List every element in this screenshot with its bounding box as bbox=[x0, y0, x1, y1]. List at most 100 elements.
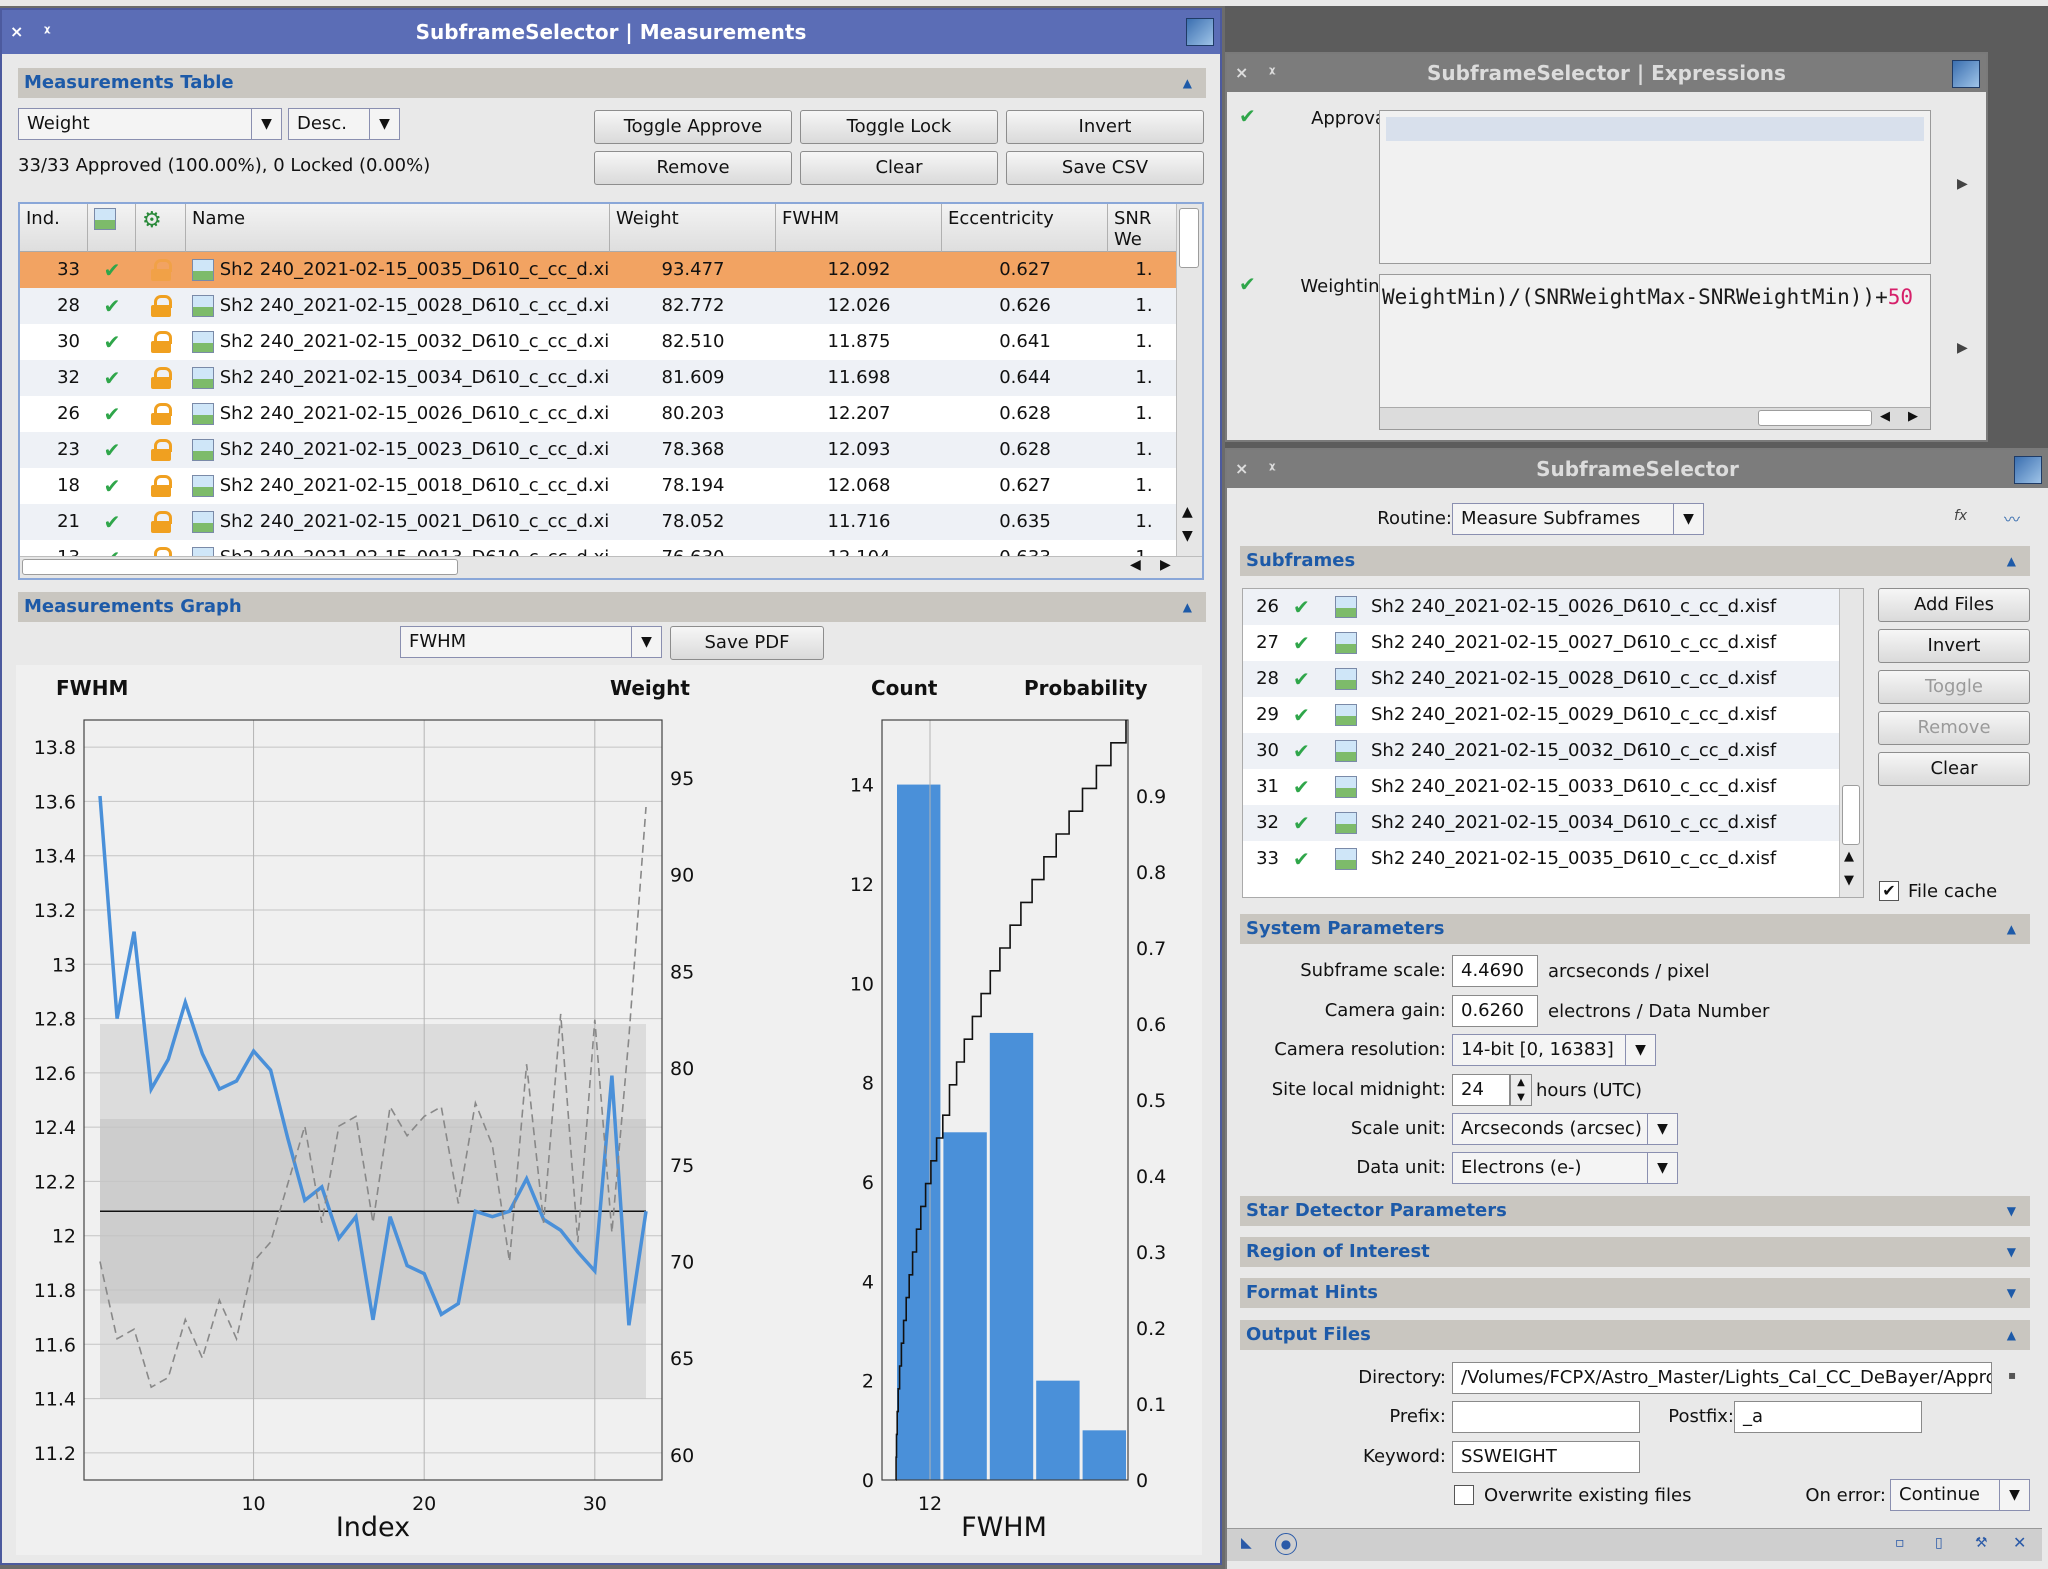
measurements-graph[interactable]: 11.2 11.4 11.6 11.8 12 12.2 12.4 12.6 12.8 13 13.2… bbox=[16, 665, 1202, 1555]
table-row[interactable]: 23 ✔ Sh2 240_2021-02-15_0023_D610_c_cc_d.… bbox=[20, 432, 1180, 468]
chevron-down-icon[interactable]: ▼ bbox=[1999, 1480, 2029, 1510]
lock-icon[interactable] bbox=[136, 432, 186, 468]
column-locked[interactable]: ⚙ bbox=[136, 204, 186, 252]
collapse-icon[interactable]: ▲ bbox=[1183, 68, 1192, 98]
weighting-check-icon[interactable]: ✔ bbox=[1239, 272, 1256, 296]
scale-unit-select[interactable]: Arcseconds (arcsec) ▼ bbox=[1452, 1113, 1678, 1145]
toggle-button[interactable]: Toggle bbox=[1878, 670, 2030, 704]
list-item[interactable]: 28 ✔ Sh2 240_2021-02-15_0028_D610_c_cc_d.x… bbox=[1243, 661, 1851, 697]
check-icon[interactable]: ✔ bbox=[1293, 625, 1310, 661]
routine-select[interactable]: Measure Subframes ▼ bbox=[1452, 503, 1704, 535]
chevron-down-icon[interactable]: ▼ bbox=[1647, 1114, 1677, 1144]
approved-check-icon[interactable]: ✔ bbox=[88, 324, 136, 360]
list-item[interactable]: 32 ✔ Sh2 240_2021-02-15_0034_D610_c_cc_d.x… bbox=[1243, 805, 1851, 841]
approved-check-icon[interactable]: ✔ bbox=[88, 432, 136, 468]
save-pdf-button[interactable]: Save PDF bbox=[670, 626, 824, 660]
expand-icon[interactable]: ▼ bbox=[2007, 1237, 2016, 1267]
table-row[interactable]: 33 ✔ Sh2 240_2021-02-15_0035_D610_c_cc_d.… bbox=[20, 252, 1180, 288]
lock-icon[interactable] bbox=[136, 468, 186, 504]
approved-check-icon[interactable]: ✔ bbox=[88, 360, 136, 396]
site-midnight-spinner[interactable]: ▲ ▼ bbox=[1510, 1074, 1532, 1106]
approved-check-icon[interactable]: ✔ bbox=[88, 504, 136, 540]
lock-icon[interactable] bbox=[136, 360, 186, 396]
system-parameters-section[interactable]: System Parameters ▲ bbox=[1240, 914, 2030, 944]
column-eccentricity[interactable]: Eccentricity bbox=[942, 204, 1108, 252]
collapse-icon[interactable]: ▲ bbox=[2007, 914, 2016, 944]
measurements-titlebar[interactable]: × ᵡ SubframeSelector | Measurements bbox=[2, 10, 1220, 54]
collapse-icon[interactable]: ▲ bbox=[2007, 1320, 2016, 1350]
window-icon[interactable] bbox=[2014, 456, 2042, 484]
graph-svg[interactable]: 11.2 11.4 11.6 11.8 12 12.2 12.4 12.6 12.8 13 13.2… bbox=[16, 665, 1202, 1555]
directory-input[interactable]: /Volumes/FCPX/Astro_Master/Lights_Cal_CC… bbox=[1452, 1362, 1992, 1394]
scroll-thumb[interactable] bbox=[1842, 785, 1860, 845]
subframe-scale-input[interactable]: 4.4690 bbox=[1452, 955, 1538, 987]
check-icon[interactable]: ✔ bbox=[1293, 769, 1310, 805]
table-horizontal-scrollbar[interactable]: ◀ ▶ bbox=[20, 556, 1202, 578]
scroll-up-icon[interactable]: ▲ bbox=[1182, 504, 1193, 520]
main-titlebar[interactable]: × ᵡ SubframeSelector bbox=[1227, 450, 2048, 488]
check-icon[interactable]: ✔ bbox=[1293, 733, 1310, 769]
table-row[interactable]: 18 ✔ Sh2 240_2021-02-15_0018_D610_c_cc_d.… bbox=[20, 468, 1180, 504]
list-item[interactable]: 33 ✔ Sh2 240_2021-02-15_0035_D610_c_cc_d.x… bbox=[1243, 841, 1851, 877]
overwrite-checkbox[interactable] bbox=[1454, 1485, 1474, 1505]
toggle-approve-button[interactable]: Toggle Approve bbox=[594, 110, 792, 144]
check-icon[interactable]: ✔ bbox=[1293, 697, 1310, 733]
check-icon[interactable]: ✔ bbox=[1293, 841, 1310, 877]
column-weight[interactable]: Weight bbox=[610, 204, 776, 252]
subframes-scrollbar[interactable]: ▲ ▼ bbox=[1839, 589, 1863, 897]
postfix-input[interactable]: _a bbox=[1734, 1401, 1922, 1433]
lock-icon[interactable] bbox=[136, 504, 186, 540]
measurements-table-section[interactable]: Measurements Table ▲ bbox=[18, 68, 1206, 98]
column-approved[interactable] bbox=[88, 204, 136, 252]
apply-global-icon[interactable]: ● bbox=[1275, 1533, 1297, 1555]
table-vertical-scrollbar[interactable]: ▲ ▼ bbox=[1176, 204, 1202, 578]
reset-icon[interactable]: ✕ bbox=[2013, 1533, 2026, 1552]
region-of-interest-section[interactable]: Region of Interest ▼ bbox=[1240, 1237, 2030, 1267]
star-detector-section[interactable]: Star Detector Parameters ▼ bbox=[1240, 1196, 2030, 1226]
list-item[interactable]: 27 ✔ Sh2 240_2021-02-15_0027_D610_c_cc_d.x… bbox=[1243, 625, 1851, 661]
arrow-right-icon[interactable]: ▶ bbox=[1957, 340, 1968, 356]
column-fwhm[interactable]: FWHM bbox=[776, 204, 942, 252]
check-icon[interactable]: ✔ bbox=[1293, 589, 1310, 625]
camera-resolution-select[interactable]: 14-bit [0, 16383] ▼ bbox=[1452, 1034, 1656, 1066]
check-icon[interactable]: ✔ bbox=[1293, 805, 1310, 841]
chevron-down-icon[interactable]: ▼ bbox=[1647, 1153, 1677, 1183]
scroll-left-icon[interactable]: ◀ bbox=[1130, 557, 1141, 573]
shade-icon[interactable]: ᵡ bbox=[44, 10, 51, 54]
subframes-invert-button[interactable]: Invert bbox=[1878, 629, 2030, 663]
measurements-table[interactable]: Ind. ⚙ Name Weight FWHM Eccentricity SNR… bbox=[18, 202, 1204, 580]
toggle-lock-button[interactable]: Toggle Lock bbox=[800, 110, 998, 144]
camera-gain-input[interactable]: 0.6260 bbox=[1452, 995, 1538, 1027]
subframes-clear-button[interactable]: Clear bbox=[1878, 752, 2030, 786]
scroll-right-icon[interactable]: ▶ bbox=[1908, 409, 1918, 424]
approved-check-icon[interactable]: ✔ bbox=[88, 396, 136, 432]
approval-check-icon[interactable]: ✔ bbox=[1239, 104, 1256, 128]
site-midnight-input[interactable]: 24 bbox=[1452, 1074, 1510, 1106]
column-name[interactable]: Name bbox=[186, 204, 610, 252]
shade-icon[interactable]: ᵡ bbox=[1269, 450, 1276, 488]
wrench-icon[interactable]: ⚒ bbox=[1975, 1535, 1988, 1551]
lock-icon[interactable] bbox=[136, 288, 186, 324]
lock-icon[interactable] bbox=[136, 252, 186, 288]
chevron-down-icon[interactable]: ▼ bbox=[251, 109, 281, 139]
approved-check-icon[interactable]: ✔ bbox=[88, 288, 136, 324]
table-row[interactable]: 26 ✔ Sh2 240_2021-02-15_0026_D610_c_cc_d.… bbox=[20, 396, 1180, 432]
scroll-up-icon[interactable]: ▲ bbox=[1844, 849, 1854, 864]
weighting-horizontal-scrollbar[interactable]: ◀ ▶ bbox=[1380, 407, 1930, 429]
scroll-thumb[interactable] bbox=[1758, 410, 1872, 426]
shade-icon[interactable]: ᵡ bbox=[1269, 54, 1276, 92]
scroll-down-icon[interactable]: ▼ bbox=[1182, 528, 1193, 544]
window-icon[interactable] bbox=[1186, 18, 1214, 46]
check-icon[interactable]: ✔ bbox=[1293, 661, 1310, 697]
approved-check-icon[interactable]: ✔ bbox=[88, 252, 136, 288]
list-item[interactable]: 30 ✔ Sh2 240_2021-02-15_0032_D610_c_cc_d.x… bbox=[1243, 733, 1851, 769]
graph-property-select[interactable]: FWHM ▼ bbox=[400, 626, 662, 658]
table-row[interactable]: 30 ✔ Sh2 240_2021-02-15_0032_D610_c_cc_d.… bbox=[20, 324, 1180, 360]
chevron-down-icon[interactable]: ▼ bbox=[631, 627, 661, 657]
subframes-list[interactable]: 26 ✔ Sh2 240_2021-02-15_0026_D610_c_cc_d.x… bbox=[1242, 588, 1864, 898]
on-error-select[interactable]: Continue ▼ bbox=[1890, 1479, 2030, 1511]
subframes-section[interactable]: Subframes ▲ bbox=[1240, 546, 2030, 576]
close-icon[interactable]: × bbox=[1235, 54, 1248, 92]
chevron-down-icon[interactable]: ▼ bbox=[369, 109, 399, 139]
collapse-icon[interactable]: ▲ bbox=[1183, 592, 1192, 622]
